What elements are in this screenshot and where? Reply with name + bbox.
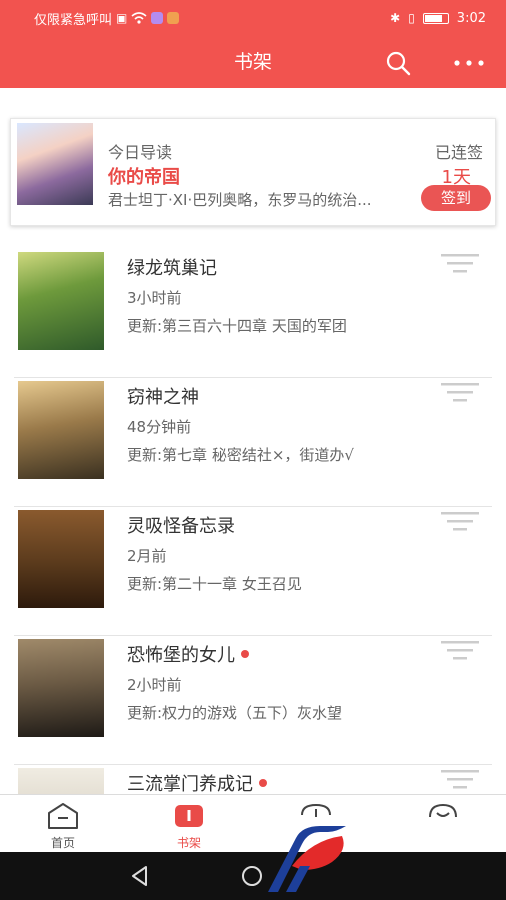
bottom-tab-bar: 首页 书架 xyxy=(0,794,506,852)
tab-home[interactable]: 首页 xyxy=(13,795,113,853)
book-item[interactable]: 恐怖堡的女儿 2小时前 更新:权力的游戏（五下）灰水望 xyxy=(0,637,506,765)
book-item[interactable]: 灵吸怪备忘录 2月前 更新:第二十一章 女王召见 xyxy=(0,508,506,636)
nav-bar: 书架 xyxy=(0,36,506,88)
clock: 3:02 xyxy=(456,10,486,26)
book-title-row: 窃神之神 xyxy=(127,383,199,409)
daily-book-cover xyxy=(17,123,93,205)
signin-button[interactable]: 签到 xyxy=(421,185,491,211)
divider xyxy=(14,635,492,636)
book-title: 灵吸怪备忘录 xyxy=(127,516,235,537)
divider xyxy=(14,506,492,507)
streak-label: 已连签 xyxy=(434,143,483,162)
book-menu-icon[interactable] xyxy=(441,252,479,274)
search-icon[interactable] xyxy=(385,50,411,76)
book-updated-time: 2月前 xyxy=(127,547,167,565)
book-updated-time: 2小时前 xyxy=(127,676,182,694)
book-menu-icon[interactable] xyxy=(441,639,479,661)
system-nav-bar xyxy=(0,852,506,900)
book-latest-chapter: 更新:第七章 秘密结社×，街道办√ xyxy=(127,446,354,464)
daily-book-title: 你的帝国 xyxy=(108,167,180,188)
app-notification-icon xyxy=(151,12,164,24)
book-menu-icon[interactable] xyxy=(441,381,479,403)
wifi-icon xyxy=(131,12,147,24)
book-menu-icon[interactable] xyxy=(441,510,479,532)
vibrate-icon: ▯ xyxy=(408,11,415,25)
book-title: 绿龙筑巢记 xyxy=(127,258,217,279)
tab-home-label: 首页 xyxy=(50,836,75,850)
status-right: ✱ ▯ 3:02 xyxy=(390,11,486,26)
tab-bookshelf-label: 书架 xyxy=(176,836,201,850)
page-title: 书架 xyxy=(233,51,272,73)
battery-icon xyxy=(422,12,449,24)
book-title-row: 灵吸怪备忘录 xyxy=(127,512,235,538)
status-left: 仅限紧急呼叫 ▣ xyxy=(34,9,180,28)
carrier-text: 仅限紧急呼叫 xyxy=(34,12,113,28)
home-circle-icon[interactable] xyxy=(240,864,264,888)
daily-reading-card[interactable]: 今日导读 你的帝国 君士坦丁·XI·巴列奥略，东罗马的统治... 已连签 1天 … xyxy=(10,118,496,226)
camera-notification-icon xyxy=(167,12,180,24)
more-icon[interactable] xyxy=(450,50,490,76)
book-title-row: 绿龙筑巢记 xyxy=(127,254,217,280)
bookshelf-icon xyxy=(175,805,203,827)
divider xyxy=(14,377,492,378)
book-cover xyxy=(18,768,104,794)
book-title: 窃神之神 xyxy=(127,387,199,408)
new-update-dot xyxy=(241,650,249,658)
book-updated-time: 3小时前 xyxy=(127,289,182,307)
book-title-row: 三流掌门养成记 xyxy=(127,770,267,794)
book-title: 恐怖堡的女儿 xyxy=(127,645,235,666)
bluetooth-icon: ✱ xyxy=(390,11,401,25)
book-latest-chapter: 更新:第二十一章 女王召见 xyxy=(127,575,302,593)
book-menu-icon[interactable] xyxy=(441,768,479,790)
profile-icon xyxy=(429,803,457,818)
book-latest-chapter: 更新:第三百六十四章 天国的军团 xyxy=(127,317,347,335)
tab-bookshelf[interactable]: 书架 xyxy=(139,795,239,853)
book-cover xyxy=(18,510,104,608)
watermark-logo xyxy=(268,826,346,892)
book-cover xyxy=(18,639,104,737)
tab-profile[interactable] xyxy=(393,795,493,853)
book-title: 三流掌门养成记 xyxy=(127,774,253,794)
divider xyxy=(14,764,492,765)
status-bar: 仅限紧急呼叫 ▣ ✱ ▯ 3:02 xyxy=(0,0,506,36)
book-latest-chapter: 更新:权力的游戏（五下）灰水望 xyxy=(127,704,343,722)
book-item[interactable]: 窃神之神 48分钟前 更新:第七章 秘密结社×，街道办√ xyxy=(0,379,506,507)
sim-icon: ▣ xyxy=(116,11,128,25)
new-update-dot xyxy=(259,779,267,787)
book-updated-time: 48分钟前 xyxy=(127,418,192,436)
book-item[interactable]: 绿龙筑巢记 3小时前 更新:第三百六十四章 天国的军团 xyxy=(0,250,506,378)
home-icon xyxy=(48,803,78,829)
daily-book-description: 君士坦丁·XI·巴列奥略，东罗马的统治... xyxy=(108,191,372,209)
book-title-row: 恐怖堡的女儿 xyxy=(127,641,249,667)
back-icon[interactable] xyxy=(128,864,152,888)
book-cover xyxy=(18,381,104,479)
daily-label: 今日导读 xyxy=(108,143,173,162)
book-item[interactable]: 三流掌门养成记 xyxy=(0,766,506,794)
book-cover xyxy=(18,252,104,350)
